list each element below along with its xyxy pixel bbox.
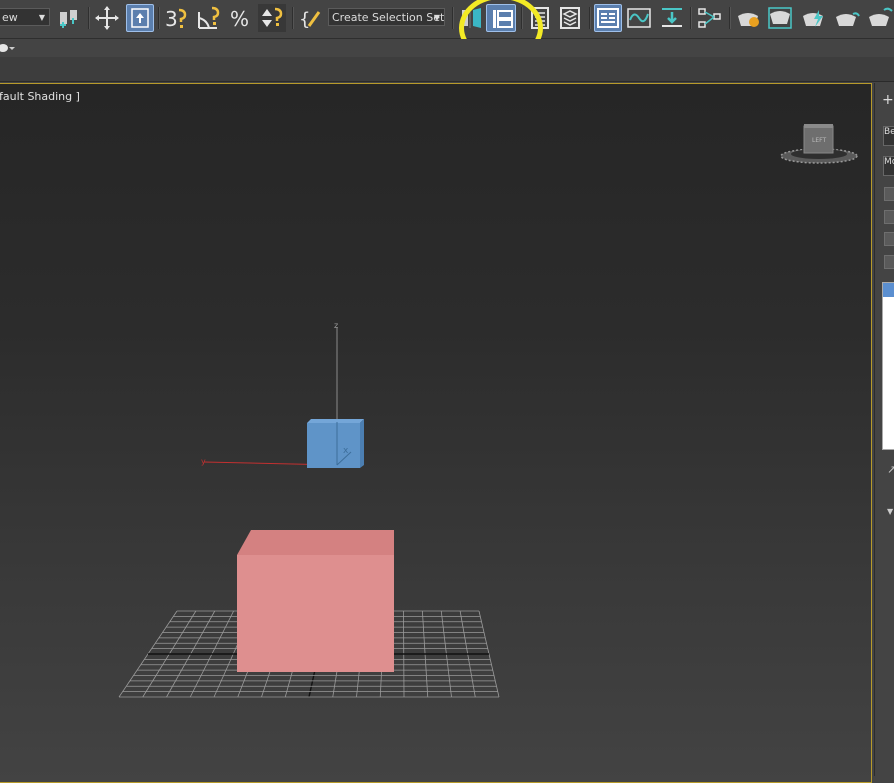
render-setup-icon [768, 7, 792, 29]
toggle-scene-explorer-button[interactable] [525, 4, 553, 32]
curve-editor-button[interactable] [625, 4, 653, 32]
3d-snaps-toggle-icon: 3 [165, 7, 187, 31]
selection-set-combo-value: Create Selection Set [332, 11, 445, 24]
dope-sheet-icon [662, 8, 682, 27]
command-panel-button-3[interactable] [884, 232, 894, 246]
schematic-view-button[interactable] [696, 4, 724, 32]
curve-editor-icon [627, 8, 651, 28]
align-icon [493, 10, 513, 28]
use-pivot-point-center-button[interactable] [126, 4, 154, 32]
toggle-layer-explorer-icon [560, 7, 580, 29]
ribbon-area [0, 57, 894, 82]
viewcube[interactable]: LEFT [780, 124, 858, 164]
edit-named-selection-sets-icon: { [299, 9, 321, 30]
schematic-view-icon [698, 8, 721, 28]
edit-named-selection-sets-button[interactable]: { [297, 4, 325, 32]
modifier-stack-list[interactable] [882, 282, 894, 450]
command-panel-dropdown-1[interactable]: Be [883, 126, 894, 146]
perspective-viewport[interactable]: fault Shading ] LEFT z y x [0, 83, 872, 783]
spinner-snap-toggle-button[interactable] [258, 4, 286, 32]
render-in-cloud-icon [869, 7, 893, 26]
command-panel: + Be Mo ↗ ▼ [874, 83, 894, 776]
large-pink-box[interactable] [237, 530, 394, 672]
command-panel-button-2[interactable] [884, 210, 894, 224]
rendered-frame-window-button[interactable] [800, 4, 828, 32]
command-panel-create-tab[interactable]: + [882, 93, 894, 109]
render-production-icon [836, 12, 860, 26]
y-axis-label: y [201, 457, 206, 466]
main-toolbar: ew ▼ 3 % {Create Selection Set ▼ [0, 0, 894, 39]
named-selection-set-dropdown[interactable]: Create Selection Set ▼ [328, 8, 445, 26]
select-and-link-icon [60, 10, 77, 28]
render-in-cloud-button[interactable] [866, 4, 894, 32]
svg-text:%: % [230, 7, 249, 31]
secondary-toolbar [0, 39, 894, 57]
percent-snap-toggle-icon: % [230, 7, 249, 31]
mirror-button[interactable] [458, 4, 486, 32]
material-editor-button[interactable] [734, 4, 762, 32]
angle-snap-toggle-button[interactable] [195, 4, 223, 32]
z-axis-label: z [334, 321, 338, 330]
select-and-link-button[interactable] [55, 4, 83, 32]
toggle-scene-explorer-icon [531, 7, 549, 29]
command-panel-button-4[interactable] [884, 255, 894, 269]
select-and-move-button[interactable] [93, 4, 121, 32]
small-blue-box[interactable] [307, 419, 364, 468]
view-combo-value: ew [2, 11, 18, 24]
spinner-snap-toggle-icon [262, 7, 283, 27]
rollout-expand-icon[interactable]: ▼ [887, 507, 893, 516]
percent-snap-toggle-button[interactable]: % [227, 4, 255, 32]
command-panel-dropdown-2[interactable]: Mo [883, 156, 894, 176]
pin-stack-icon[interactable]: ↗ [887, 463, 894, 476]
svg-text:3: 3 [165, 7, 178, 31]
angle-snap-toggle-icon [198, 6, 220, 29]
viewcube-face-label: LEFT [812, 137, 826, 144]
command-panel-button-1[interactable] [884, 187, 894, 201]
rendered-frame-window-icon [803, 10, 823, 27]
render-setup-button[interactable] [766, 4, 794, 32]
svg-text:{: { [299, 9, 310, 30]
render-production-button[interactable] [833, 4, 861, 32]
toggle-layer-explorer-button[interactable] [556, 4, 584, 32]
viewport-scene: LEFT z y x [118, 124, 858, 698]
x-axis-label: x [343, 446, 349, 456]
toggle-ribbon-button[interactable] [594, 4, 622, 32]
toggle-ribbon-icon [597, 8, 619, 28]
use-pivot-point-center-icon [131, 8, 149, 28]
material-editor-icon [738, 13, 759, 27]
viewport-layout-icon [0, 44, 15, 52]
3d-snaps-toggle-button[interactable]: 3 [162, 4, 190, 32]
dope-sheet-button[interactable] [658, 4, 686, 32]
select-and-move-icon [95, 6, 119, 30]
mirror-icon [462, 8, 481, 28]
viewport-layout-dropdown[interactable] [0, 41, 16, 58]
align-button[interactable] [486, 4, 516, 32]
view-reference-coordinate-dropdown[interactable]: ew ▼ [0, 8, 50, 26]
